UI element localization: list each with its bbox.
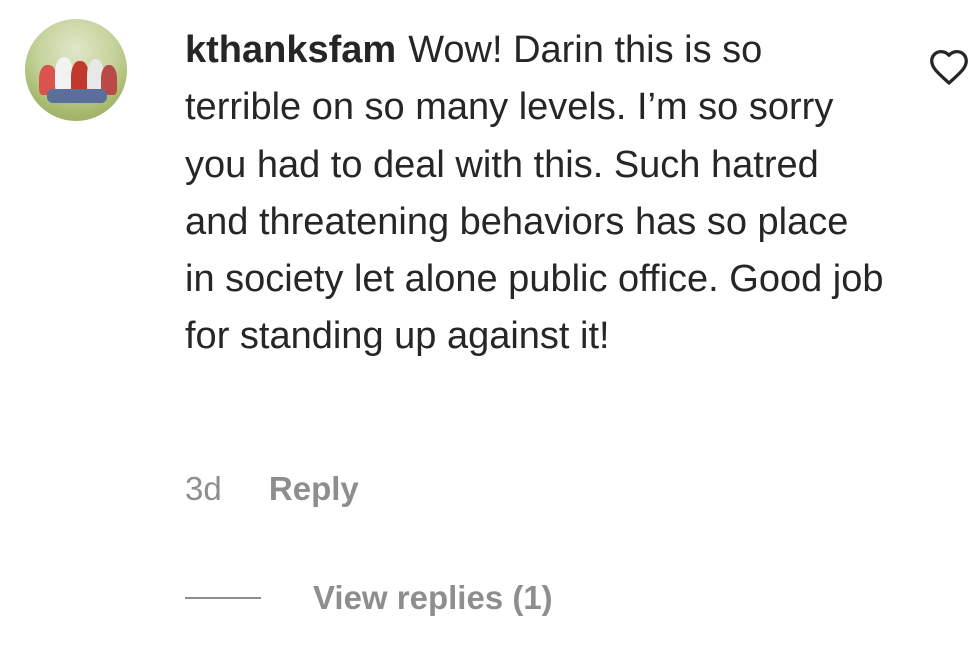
comment-username[interactable]: kthanksfam	[185, 29, 396, 71]
comment-timestamp: 3d	[185, 470, 222, 507]
comment: kthanksfam Wow! Darin this is so terrible…	[0, 0, 980, 653]
view-replies-button[interactable]: View replies (1)	[185, 578, 553, 618]
comment-body: kthanksfam Wow! Darin this is so terrible…	[185, 22, 885, 366]
reply-button[interactable]: Reply	[269, 470, 359, 508]
avatar[interactable]	[25, 19, 127, 121]
comment-meta: 3d Reply	[185, 470, 359, 508]
view-replies-divider	[185, 597, 261, 599]
view-replies-label: View replies (1)	[313, 579, 553, 616]
comment-text: Wow! Darin this is so terrible on so man…	[185, 29, 884, 358]
heart-outline-icon[interactable]	[928, 48, 970, 86]
